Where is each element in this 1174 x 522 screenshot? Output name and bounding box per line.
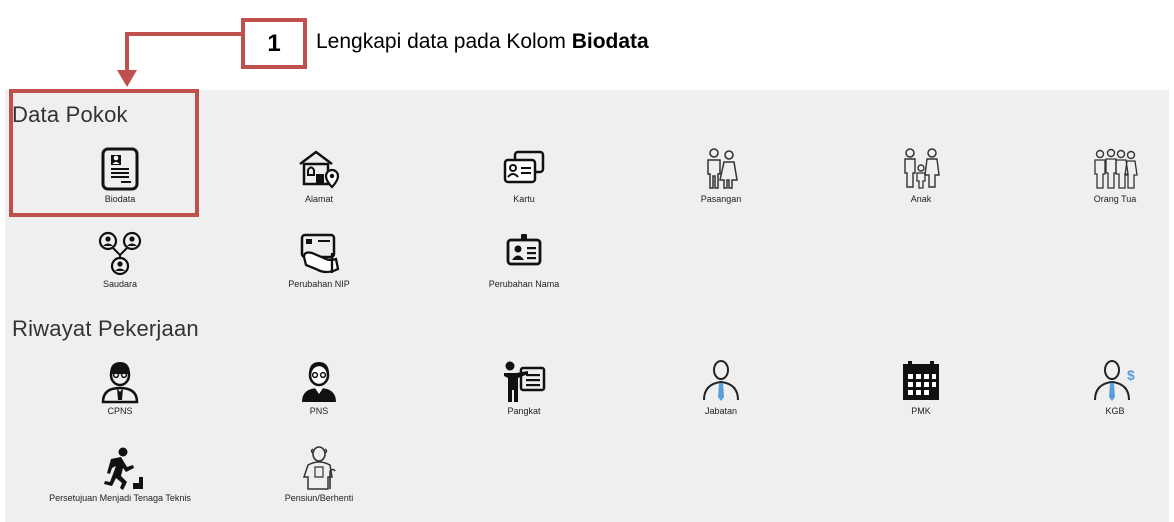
tile-biodata[interactable]: Biodata (50, 146, 190, 218)
step-instruction-text: Lengkapi data pada Kolom (316, 30, 572, 53)
tile-anak[interactable]: Anak (851, 146, 991, 218)
tile-label: Anak (910, 194, 932, 204)
couple-icon (707, 148, 738, 189)
menu-panel: Data Pokok Biodata Alamat Kartu Pasangan… (5, 90, 1169, 522)
tile-persetujuan-tenaga-teknis[interactable]: Persetujuan Menjadi Tenaga Teknis (49, 445, 191, 517)
climbing-stairs-icon (104, 447, 143, 490)
svg-text:$: $ (1127, 367, 1135, 383)
old-man-cane-icon (302, 446, 336, 490)
tile-label: Pensiun/Berhenti (284, 493, 354, 503)
tile-perubahan-nip[interactable]: Perubahan NIP (249, 231, 389, 303)
tile-label: PNS (309, 406, 329, 416)
tile-label: Persetujuan Menjadi Tenaga Teknis (49, 493, 191, 503)
tile-label: Orang Tua (1093, 194, 1137, 204)
tile-label: Jabatan (704, 406, 738, 416)
tile-kgb[interactable]: $ KGB (1045, 358, 1174, 430)
officer-outline-icon (101, 362, 139, 404)
calendar-icon (903, 361, 939, 400)
tile-label: Biodata (104, 194, 136, 204)
family-children-icon (904, 148, 940, 189)
tile-pasangan[interactable]: Pasangan (651, 146, 791, 218)
step-instruction: Lengkapi data pada Kolom Biodata (316, 30, 649, 54)
house-location-icon (299, 150, 340, 189)
tile-label: KGB (1105, 406, 1125, 416)
tile-label: CPNS (107, 406, 133, 416)
tile-label: Kartu (513, 194, 535, 204)
tile-jabatan[interactable]: Jabatan (651, 358, 791, 430)
name-badge-icon (506, 234, 542, 266)
tile-perubahan-nama[interactable]: Perubahan Nama (454, 231, 594, 303)
step-number-badge: 1 (241, 18, 307, 69)
presenter-board-icon (504, 361, 546, 402)
tile-cpns[interactable]: CPNS (50, 358, 190, 430)
tile-pmk[interactable]: PMK (851, 358, 991, 430)
tile-label: Saudara (102, 279, 138, 289)
person-salary-icon: $ (1094, 360, 1135, 401)
tile-label: Pasangan (700, 194, 742, 204)
hand-card-icon (300, 233, 340, 274)
tile-saudara[interactable]: Saudara (50, 231, 190, 303)
tile-label: Alamat (304, 194, 333, 204)
tile-orang-tua[interactable]: Orang Tua (1045, 146, 1174, 218)
elderly-parents-icon (1094, 148, 1138, 189)
tile-pensiun-berhenti[interactable]: Pensiun/Berhenti (249, 445, 389, 517)
person-tie-icon (703, 360, 739, 401)
section-title-data-pokok: Data Pokok (12, 102, 128, 127)
tile-kartu[interactable]: Kartu (454, 146, 594, 218)
tile-pangkat[interactable]: Pangkat (454, 358, 594, 430)
tile-pns[interactable]: PNS (249, 358, 389, 430)
siblings-network-icon (98, 231, 142, 276)
tile-label: Pangkat (507, 406, 541, 416)
tile-label: Perubahan Nama (488, 279, 560, 289)
section-title-riwayat-pekerjaan: Riwayat Pekerjaan (12, 316, 199, 341)
id-cards-icon (503, 150, 545, 184)
id-card-document-icon (101, 147, 139, 191)
step-instruction-bold: Biodata (571, 30, 649, 53)
tile-alamat[interactable]: Alamat (249, 146, 389, 218)
tile-label: Perubahan NIP (288, 279, 350, 289)
officer-suit-icon (302, 362, 336, 402)
tile-label: PMK (911, 406, 931, 416)
